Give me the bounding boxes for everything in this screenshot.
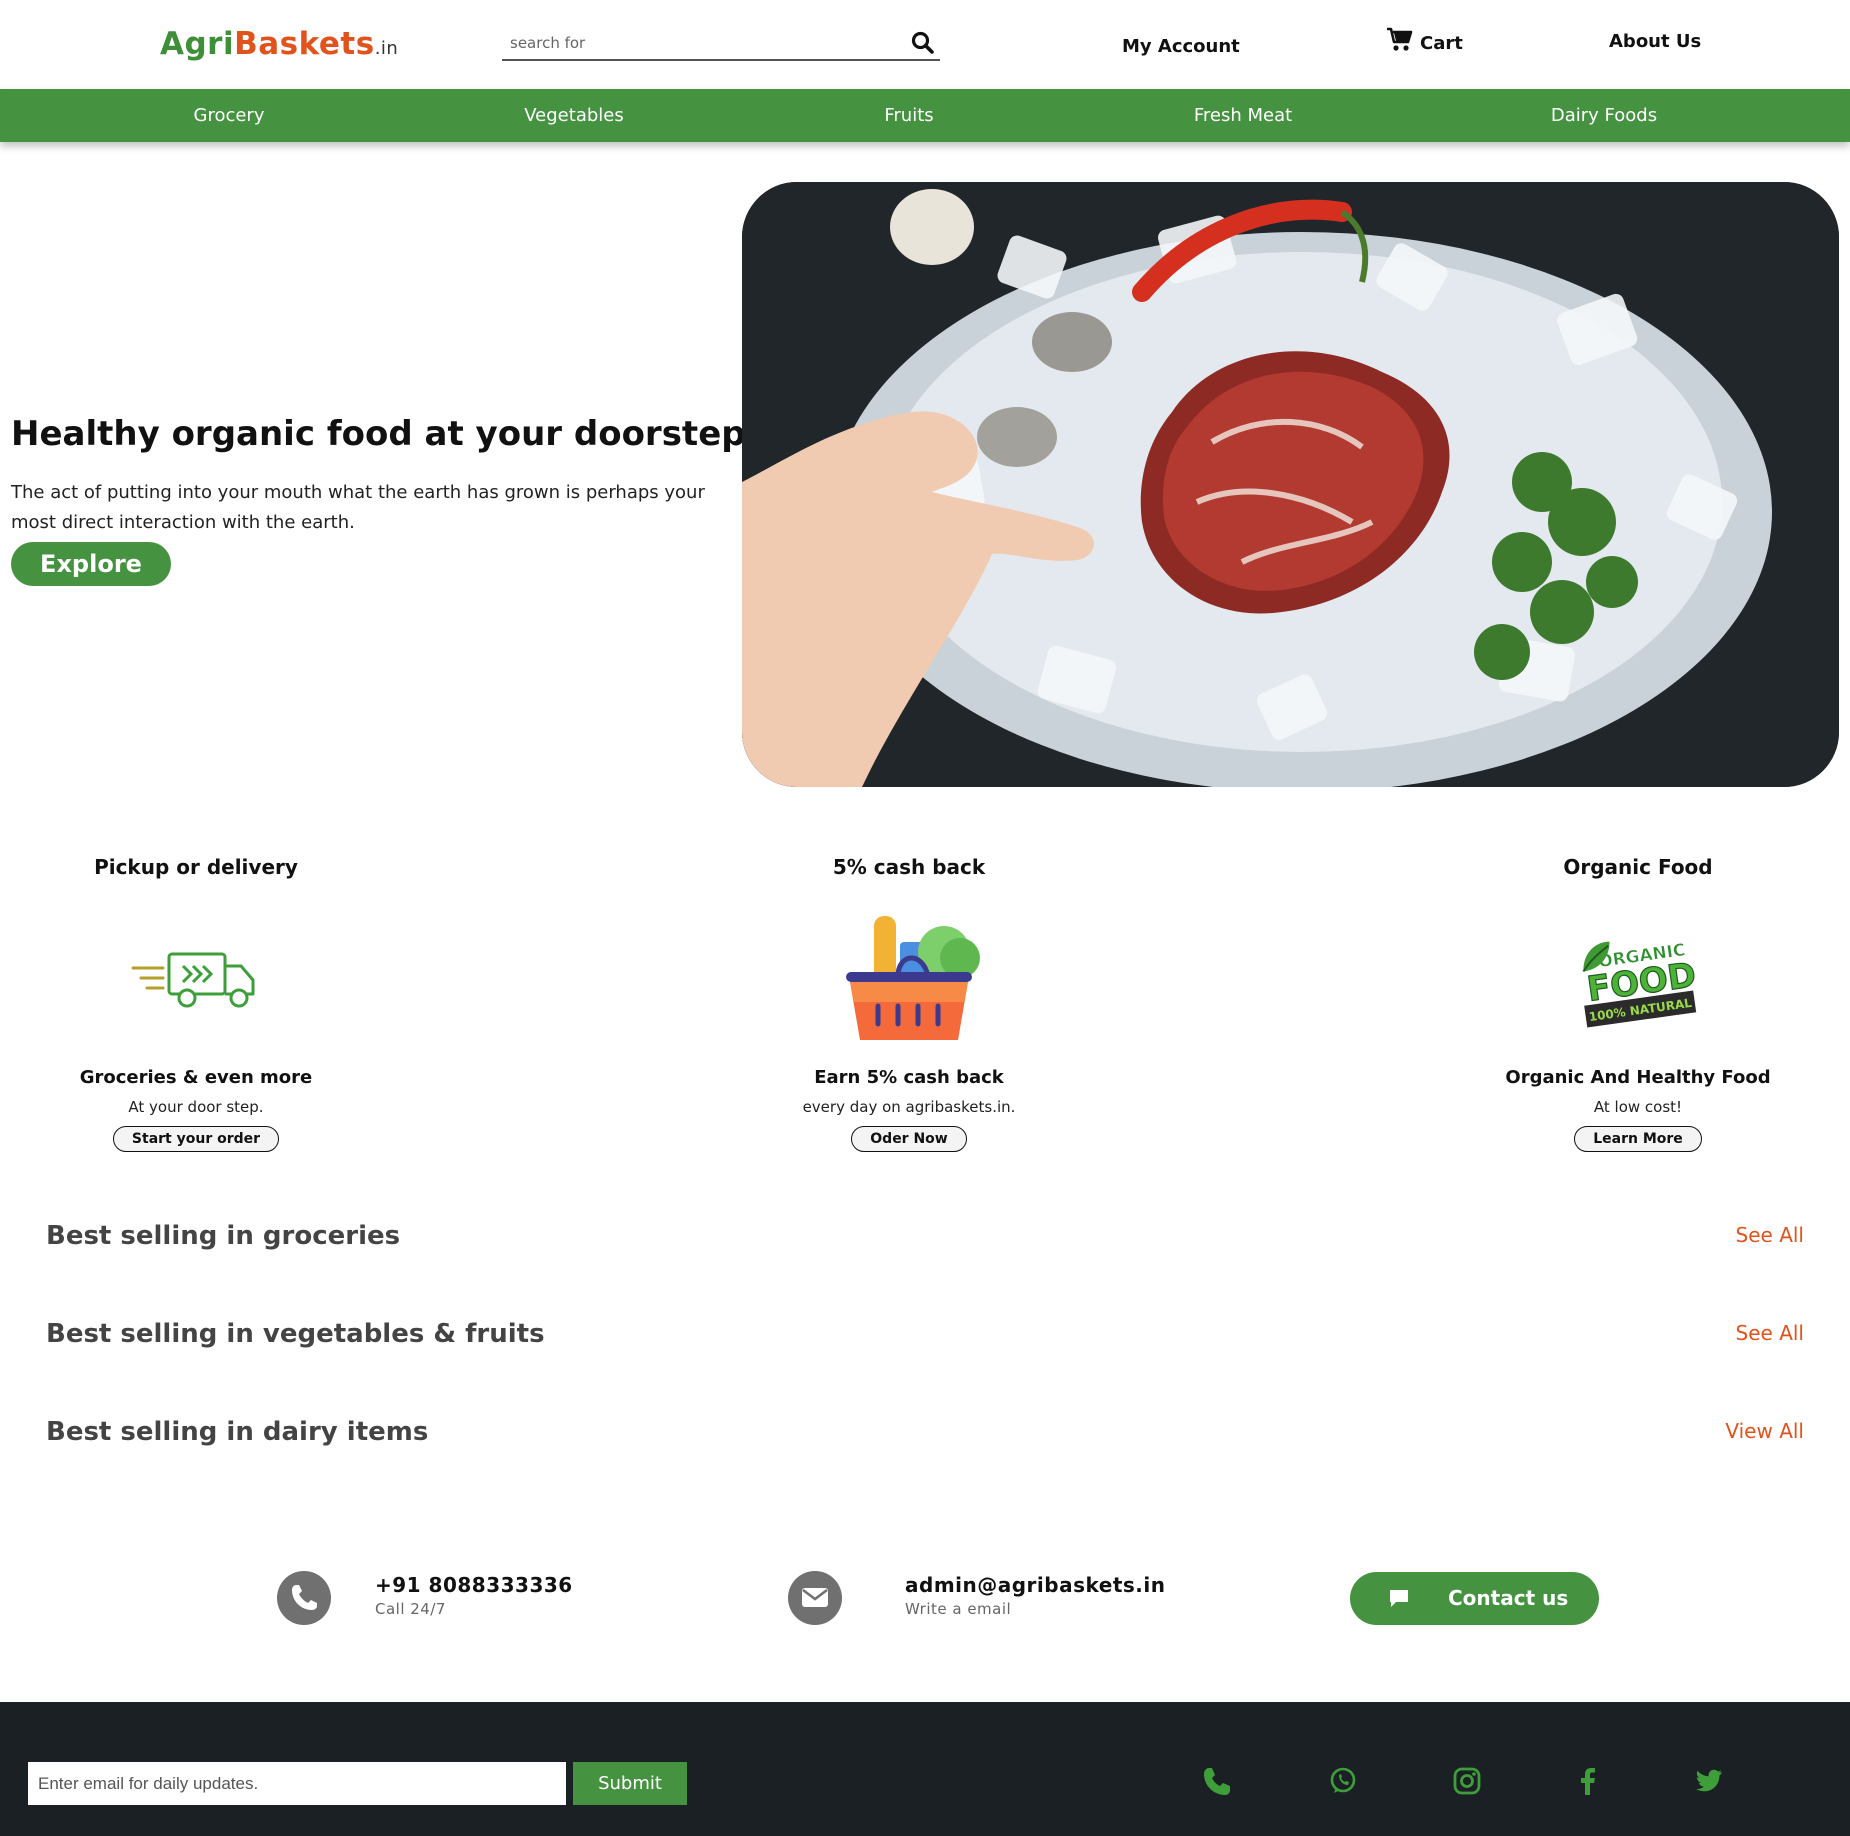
site-footer: Submit (0, 1702, 1850, 1836)
category-grocery[interactable]: Grocery (194, 105, 265, 126)
cart-link[interactable]: Cart (1420, 33, 1463, 54)
facebook-icon[interactable] (1571, 1764, 1605, 1798)
chat-bubble-icon (1390, 1590, 1408, 1607)
start-order-button[interactable]: Start your order (112, 1126, 280, 1152)
category-fresh-meat[interactable]: Fresh Meat (1194, 105, 1292, 126)
about-us-link[interactable]: About Us (1609, 31, 1701, 52)
contact-phone-sub: Call 24/7 (375, 1600, 446, 1618)
section-title: Best selling in vegetables & fruits (46, 1319, 545, 1349)
site-logo[interactable]: AgriBaskets.in (160, 26, 398, 62)
phone-icon[interactable] (1200, 1764, 1234, 1798)
my-account-link[interactable]: My Account (1122, 36, 1240, 57)
logo-tld: .in (374, 38, 399, 59)
feature-organic: Organic Food 100% NATURAL ORGANIC FOOD O… (1428, 855, 1848, 1152)
instagram-icon[interactable] (1450, 1764, 1484, 1798)
feature-delivery: Pickup or delivery Groceries & even more… (0, 855, 406, 1152)
hero-text: The act of putting into your mouth what … (11, 482, 705, 533)
hero-image (742, 182, 1839, 787)
contact-us-label: Contact us (1448, 1586, 1569, 1610)
see-all-vegetables-link[interactable]: See All (1736, 1321, 1804, 1345)
see-all-groceries-link[interactable]: See All (1736, 1223, 1804, 1247)
search-input[interactable] (502, 28, 882, 58)
category-fruits[interactable]: Fruits (884, 105, 933, 126)
section-groceries: Best selling in groceries See All (46, 1221, 1804, 1251)
whatsapp-icon[interactable] (1326, 1764, 1360, 1798)
feature-subtitle: Organic And Healthy Food (1505, 1067, 1771, 1088)
feature-title: Organic Food (1563, 855, 1713, 879)
grocery-basket-icon (846, 916, 980, 1040)
feature-text: At your door step. (128, 1098, 264, 1116)
learn-more-button[interactable]: Learn More (1574, 1126, 1702, 1152)
section-title: Best selling in groceries (46, 1221, 401, 1251)
feature-title: 5% cash back (832, 855, 986, 879)
search-bar (502, 28, 940, 61)
cart-icon[interactable] (1386, 26, 1414, 52)
feature-title: Pickup or delivery (94, 855, 298, 879)
site-header: AgriBaskets.in My Account Cart About Us (0, 0, 1850, 89)
phone-circle[interactable] (277, 1571, 331, 1625)
contact-phone[interactable]: +91 8088333336 (375, 1573, 573, 1597)
organic-food-badge: 100% NATURAL ORGANIC FOOD (1582, 940, 1699, 1028)
contact-email[interactable]: admin@agribaskets.in (905, 1573, 1165, 1597)
category-dairy-foods[interactable]: Dairy Foods (1551, 105, 1657, 126)
section-dairy: Best selling in dairy items View All (46, 1417, 1804, 1447)
feature-text: At low cost! (1593, 1098, 1683, 1116)
explore-button[interactable]: Explore (11, 542, 171, 586)
hero-title: Healthy organic food at your doorstep. (11, 414, 759, 454)
search-icon[interactable] (910, 30, 936, 56)
hero-meat-photo (742, 182, 1839, 787)
logo-agri: Agri (160, 26, 235, 62)
logo-baskets: Baskets (234, 26, 375, 62)
section-vegetables-fruits: Best selling in vegetables & fruits See … (46, 1319, 1804, 1349)
email-circle[interactable] (788, 1571, 842, 1625)
envelope-icon (802, 1588, 828, 1607)
phone-icon (292, 1585, 317, 1610)
section-title: Best selling in dairy items (46, 1417, 429, 1447)
delivery-truck-icon (131, 952, 255, 1008)
feature-cashback: 5% cash back Earn 5% cash back every day… (699, 855, 1119, 1152)
submit-button[interactable]: Submit (573, 1762, 687, 1805)
feature-text: every day on agribaskets.in. (802, 1098, 1016, 1116)
contact-us-button[interactable]: Contact us (1350, 1572, 1599, 1625)
view-all-dairy-link[interactable]: View All (1725, 1419, 1804, 1443)
feature-subtitle: Earn 5% cash back (814, 1067, 1004, 1088)
contact-email-sub: Write a email (905, 1600, 1012, 1618)
newsletter-email-input[interactable] (28, 1762, 566, 1805)
twitter-icon[interactable] (1692, 1764, 1726, 1798)
category-nav: Grocery Vegetables Fruits Fresh Meat Dai… (0, 89, 1850, 142)
category-vegetables[interactable]: Vegetables (524, 105, 623, 126)
feature-subtitle: Groceries & even more (79, 1067, 313, 1088)
order-now-button[interactable]: Oder Now (851, 1126, 967, 1152)
